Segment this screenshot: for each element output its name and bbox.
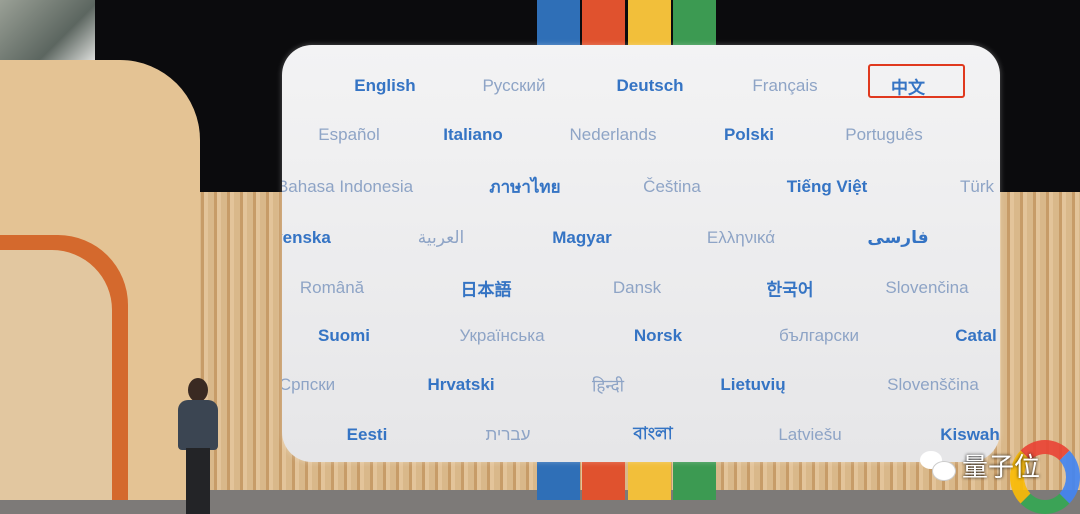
language-label: Slovenščina — [887, 375, 979, 394]
language-label: ภาษาไทย — [489, 177, 561, 197]
watermark: 量子位 — [920, 445, 1040, 485]
language-label: Nederlands — [569, 125, 657, 144]
language-label: עברית — [485, 425, 531, 444]
language-label: Slovenčina — [885, 278, 969, 297]
language-label: Hrvatski — [427, 375, 495, 394]
language-label: Română — [299, 278, 365, 297]
language-label: Ελληνικά — [706, 228, 776, 247]
language-label: Suomi — [318, 326, 370, 345]
language-label: हिन्दी — [591, 376, 625, 396]
language-label: Bahasa Indonesia — [282, 177, 414, 196]
language-label: Polski — [723, 125, 775, 144]
language-label: Kiswah — [940, 425, 1000, 444]
language-label: Српски — [282, 375, 336, 394]
language-label: Tiếng Việt — [786, 177, 868, 196]
language-label: Norsk — [633, 326, 683, 345]
language-label: Lietuvių — [720, 375, 786, 394]
language-label: Español — [318, 125, 380, 144]
language-label: Catal — [955, 326, 997, 345]
language-label: Türk — [960, 177, 994, 196]
language-label: 日本語 — [460, 280, 512, 300]
language-label: Latviešu — [778, 425, 842, 444]
language-label: Magyar — [552, 228, 612, 247]
language-label: Dansk — [612, 278, 662, 297]
language-label: فارسی — [867, 228, 929, 247]
presenter — [176, 378, 220, 514]
language-label: 한국어 — [766, 280, 814, 300]
language-label: বাংলা — [633, 424, 673, 443]
language-label: Čeština — [643, 177, 701, 196]
language-label: Українська — [459, 326, 545, 345]
language-label: Eesti — [346, 425, 388, 444]
language-label: Deutsch — [616, 76, 684, 95]
language-label: English — [354, 76, 416, 95]
arch-opening — [0, 250, 112, 500]
language-label: български — [779, 326, 859, 345]
watermark-text: 量子位 — [962, 451, 1041, 482]
language-label: العربية — [417, 228, 465, 247]
language-label: Português — [845, 125, 923, 144]
wechat-icon — [920, 449, 956, 481]
language-label: venska — [282, 228, 331, 247]
language-label: Français — [752, 76, 818, 95]
language-label: Русский — [482, 76, 546, 95]
language-label: Italiano — [443, 125, 503, 144]
highlight-box — [868, 64, 965, 98]
language-display-screen: English Русский Deutsch Français 中文 Español It… — [282, 45, 1000, 462]
